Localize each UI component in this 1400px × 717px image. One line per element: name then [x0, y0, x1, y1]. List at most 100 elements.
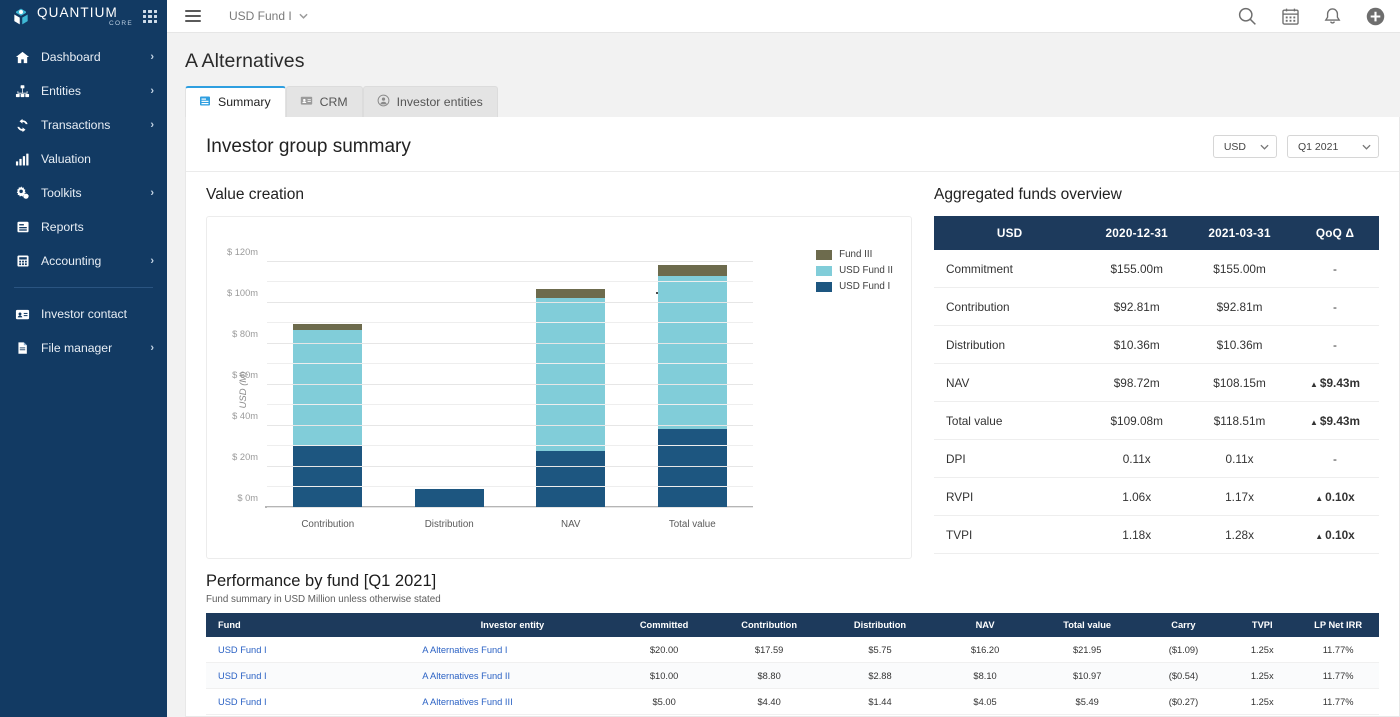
row-delta: - [1290, 250, 1379, 288]
cell-value: $10.00 [614, 662, 714, 689]
sidebar-item-entities[interactable]: Entities › [0, 74, 167, 108]
chevron-right-icon: › [150, 119, 154, 131]
perf-col-header[interactable]: TVPI [1227, 613, 1298, 637]
summary-icon [199, 95, 211, 110]
table-row: USD Fund IA Alternatives Fund II $10.00 $8… [206, 662, 1379, 689]
chevron-down-icon [1260, 144, 1269, 150]
performance-section: Performance by fund [Q1 2021] Fund summa… [186, 559, 1399, 715]
sidebar-item-file-manager[interactable]: File manager › [0, 331, 167, 365]
sidebar-label: Toolkits [41, 186, 82, 200]
cell-value: $2.88 [824, 662, 936, 689]
chart-bar[interactable] [414, 488, 484, 508]
chevron-right-icon: › [150, 85, 154, 97]
fund-link[interactable]: USD Fund I [206, 688, 411, 715]
currency-select[interactable]: USD [1212, 135, 1277, 158]
chart-gridline [267, 424, 753, 426]
sidebar-label: Dashboard [41, 50, 101, 64]
perf-col-header[interactable]: Investor entity [410, 613, 615, 637]
period-select[interactable]: Q1 2021 [1287, 135, 1379, 158]
entity-link[interactable]: A Alternatives Fund I [410, 637, 615, 663]
sidebar: QUANTIUM CORE Dashboard › Entities › Tra… [0, 0, 167, 717]
col-2021-03-31: 2021-03-31 [1188, 216, 1291, 250]
chart-bar[interactable] [293, 323, 363, 508]
cube-logo-icon [11, 7, 31, 27]
report-icon [14, 220, 31, 234]
fund-link[interactable]: USD Fund I [206, 637, 411, 663]
chevron-down-icon [1362, 144, 1371, 150]
chart-legend-item[interactable]: USD Fund II [816, 265, 893, 276]
brand-logo[interactable]: QUANTIUM CORE [0, 0, 167, 33]
delta-up-arrow-icon: ▲ [1310, 417, 1318, 427]
table-header: USD 2020-12-31 2021-03-31 QoQ Δ [934, 216, 1379, 250]
calendar-icon[interactable] [1281, 7, 1300, 26]
perf-col-header[interactable]: NAV [935, 613, 1035, 637]
legend-label: Fund III [839, 249, 873, 260]
fund-selector-label: USD Fund I [229, 9, 292, 23]
plus-circle-icon[interactable] [1365, 6, 1386, 27]
perf-col-header[interactable]: Contribution [713, 613, 825, 637]
chevron-down-icon [299, 13, 308, 19]
main-area: USD Fund I A Alternatives Summary CRM In… [167, 0, 1400, 717]
cell-value: $5.75 [824, 637, 936, 663]
sidebar-item-accounting[interactable]: Accounting › [0, 244, 167, 278]
sidebar-label: Entities [41, 84, 81, 98]
tab-investor-entities[interactable]: Investor entities [362, 86, 498, 117]
table-header-row: USD 2020-12-31 2021-03-31 QoQ Δ [934, 216, 1379, 250]
search-icon[interactable] [1237, 6, 1258, 27]
chart-bar-segment [657, 276, 727, 430]
gears-icon [14, 185, 31, 201]
tab-summary[interactable]: Summary [185, 86, 286, 117]
legend-swatch [816, 281, 833, 292]
hamburger-icon[interactable] [185, 10, 201, 22]
perf-col-header[interactable]: Total value [1034, 613, 1140, 637]
perf-col-header[interactable]: Fund [206, 613, 411, 637]
delta-up-arrow-icon: ▲ [1310, 379, 1318, 389]
perf-col-header[interactable]: LP Net IRR [1297, 613, 1379, 637]
entity-link[interactable]: A Alternatives Fund III [410, 688, 615, 715]
tab-label: CRM [319, 95, 348, 109]
sidebar-item-valuation[interactable]: Valuation [0, 142, 167, 176]
chart-x-tick: Distribution [424, 519, 474, 530]
sidebar-item-transactions[interactable]: Transactions › [0, 108, 167, 142]
fund-link[interactable]: USD Fund I [206, 662, 411, 689]
bell-icon[interactable] [1323, 7, 1342, 26]
sidebar-item-toolkits[interactable]: Toolkits › [0, 176, 167, 210]
entity-link[interactable]: A Alternatives Fund II [410, 662, 615, 689]
chart-legend: Fund III USD Fund II USD Fund I [816, 249, 893, 297]
perf-col-header[interactable]: Distribution [824, 613, 936, 637]
chart-legend-item[interactable]: USD Fund I [816, 281, 893, 292]
table-row: TVPI 1.18x 1.28x ▲ 0.10x [934, 515, 1379, 554]
chart-gridline [267, 322, 753, 324]
row-value: $92.81m [1188, 287, 1291, 326]
contact-card-icon [14, 307, 31, 322]
chart-gridline [267, 445, 753, 447]
person-icon [377, 94, 390, 110]
perf-col-header[interactable]: Committed [614, 613, 714, 637]
row-value: 1.06x [1085, 477, 1189, 516]
chart-y-tick: $ 60m [232, 369, 258, 380]
chart-legend-item[interactable]: Fund III [816, 249, 893, 260]
refresh-icon [14, 118, 31, 133]
perf-col-header[interactable]: Carry [1139, 613, 1228, 637]
cell-value: $4.05 [935, 688, 1035, 715]
sidebar-label: Transactions [41, 118, 111, 132]
row-label: Distribution [934, 325, 1086, 364]
cell-value: $10.97 [1034, 662, 1140, 689]
performance-table: Fund Investor entity Committed Contribution… [206, 613, 1379, 715]
fund-selector[interactable]: USD Fund I [229, 9, 308, 23]
sidebar-item-dashboard[interactable]: Dashboard › [0, 40, 167, 74]
sidebar-item-investor-contact[interactable]: Investor contact [0, 297, 167, 331]
file-icon [14, 341, 31, 355]
chart-speck [656, 292, 658, 294]
delta-up-arrow-icon: ▲ [1315, 493, 1324, 503]
tab-crm[interactable]: CRM [285, 86, 363, 117]
sidebar-nav: Dashboard › Entities › Transactions › Va… [0, 40, 167, 365]
cell-value: ($1.09) [1139, 637, 1228, 663]
value-creation-chart: USD (M) Contribution Distribution NAV Total… [206, 216, 912, 559]
cell-value: ($0.27) [1139, 688, 1228, 715]
cell-value: $8.10 [935, 662, 1035, 689]
apps-grid-icon[interactable] [143, 9, 157, 24]
chevron-right-icon: › [150, 187, 154, 199]
row-value: $92.81m [1085, 287, 1189, 326]
sidebar-item-reports[interactable]: Reports [0, 210, 167, 244]
